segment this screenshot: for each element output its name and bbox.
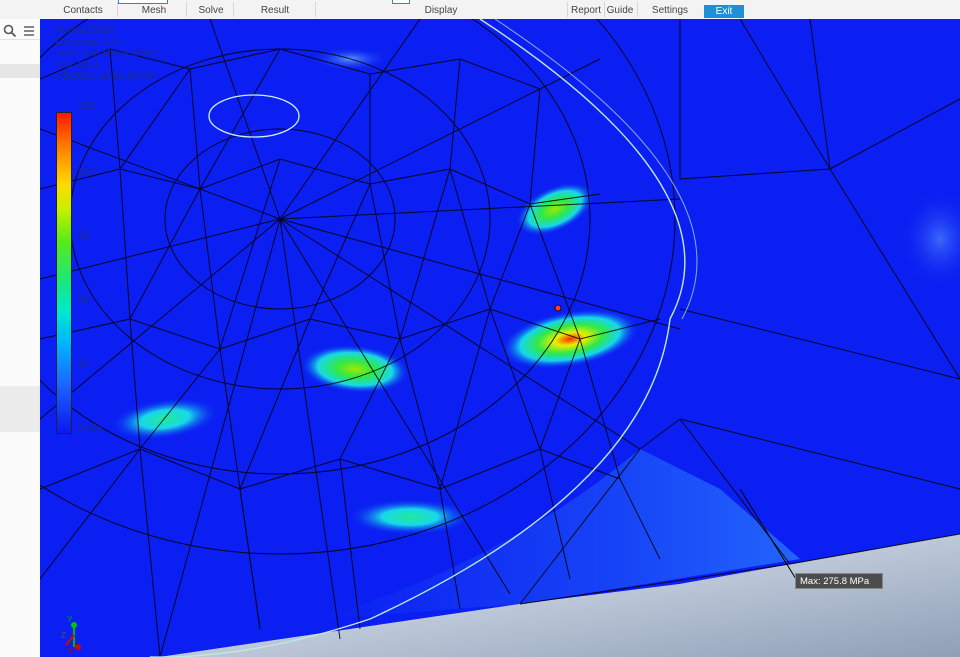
- ribbon-tab-contacts[interactable]: Contacts: [60, 5, 106, 17]
- ribbon-tab-result[interactable]: Result: [255, 5, 295, 17]
- ribbon-tab-report[interactable]: Report: [570, 5, 602, 17]
- ribbon-divider: [186, 2, 187, 17]
- scale-tick-120: 120: [78, 167, 95, 178]
- nodes-count: Nodes:15886: [55, 25, 115, 36]
- ribbon-divider: [117, 2, 118, 17]
- ribbon-tab-settings[interactable]: Settings: [650, 5, 690, 17]
- scale-tick-min: 0 Min: [78, 423, 103, 434]
- exit-button[interactable]: Exit: [704, 5, 744, 18]
- ribbon-divider: [604, 2, 605, 17]
- ribbon-tab-guide[interactable]: Guide: [606, 5, 634, 17]
- ribbon-divider: [637, 2, 638, 17]
- scale-tick-80: 80: [78, 231, 90, 242]
- max-stress-label: Max: 275.8 MPa: [795, 573, 883, 589]
- ribbon-tab-mesh[interactable]: Mesh: [137, 5, 171, 17]
- elements-count: Elements: 4..6: [55, 36, 119, 48]
- ribbon-tab-solve[interactable]: Solve: [196, 5, 226, 17]
- ribbon-divider: [233, 2, 234, 17]
- model-tree-panel: [0, 19, 41, 657]
- axis-y-label: Y: [67, 615, 73, 624]
- scale-tick-40: 40: [78, 359, 90, 370]
- fea-viewport[interactable]: Nodes:15886 Elements: 4..6 Type: Von Mis…: [40, 19, 960, 657]
- result-type: Type: Von Mises Stress: [55, 48, 160, 59]
- scale-tick-200: 200: [78, 101, 95, 112]
- menu-icon[interactable]: [22, 24, 36, 38]
- display-tool-strip[interactable]: [392, 0, 410, 4]
- tree-item-group[interactable]: [0, 386, 40, 432]
- result-info: Nodes:15886 Elements: 4..6 Type: Von Mis…: [55, 25, 160, 83]
- axis-x-label: X: [68, 647, 74, 656]
- scale-tick-60: 60: [78, 295, 90, 306]
- ribbon-toolbar: Contacts Mesh Solve Result Display Repor…: [0, 0, 960, 20]
- result-unit: Unit: MPa: [55, 59, 99, 71]
- tree-item-selected[interactable]: [0, 64, 40, 78]
- ribbon-tab-display[interactable]: Display: [420, 5, 462, 17]
- axis-z-label: Z: [61, 631, 66, 640]
- result-timestamp: 1/5/2021, 11:51:15 AM: [55, 71, 155, 82]
- color-scale-bar: [56, 112, 72, 434]
- search-icon[interactable]: [3, 24, 17, 38]
- ribbon-divider: [315, 2, 316, 17]
- stress-contour-model: [40, 19, 960, 657]
- sidebar-toolbar: [0, 21, 40, 40]
- mesh-tool-strip[interactable]: [118, 0, 168, 4]
- ribbon-divider: [567, 2, 568, 17]
